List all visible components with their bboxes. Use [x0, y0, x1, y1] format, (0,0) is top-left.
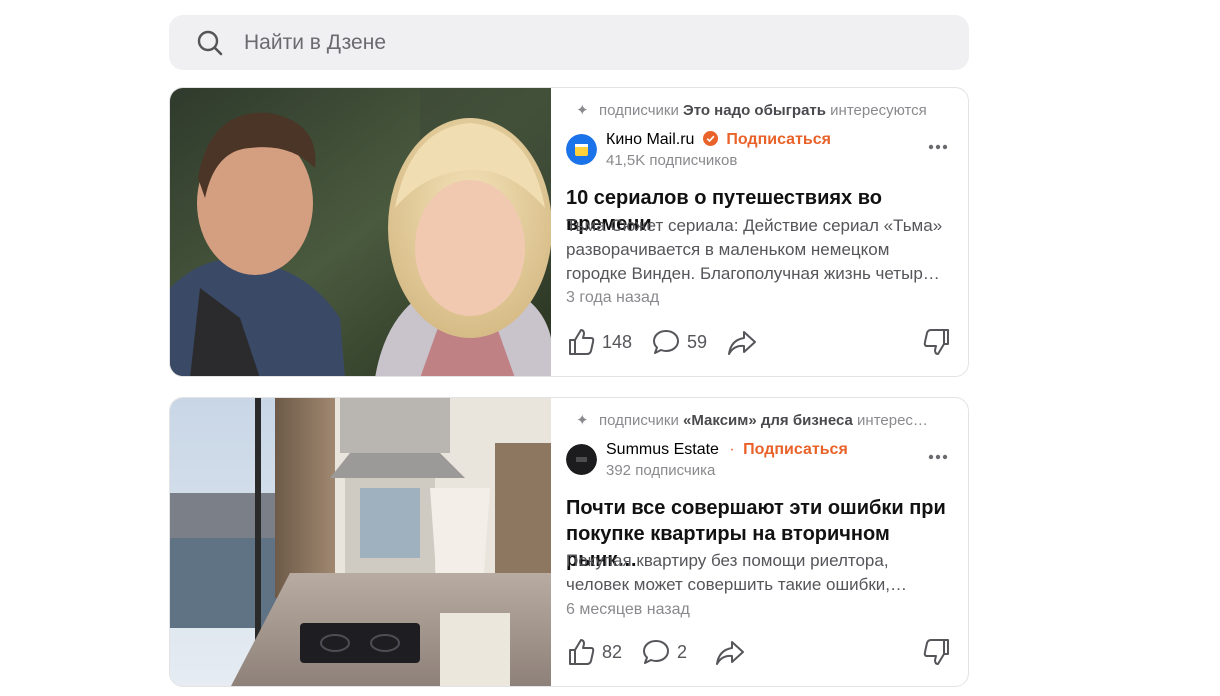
- card-actions: 82 2: [566, 635, 958, 669]
- subscriber-count: 392 подписчика: [606, 462, 716, 479]
- reason-prefix: подписчики: [599, 412, 679, 429]
- separator-dot: ·: [729, 441, 735, 458]
- excerpt-line: разворачивается в маленьком немецком: [566, 240, 890, 259]
- like-count: 148: [602, 331, 633, 352]
- article-excerpt[interactable]: Покупая квартиру без помощи риелтора, че…: [566, 549, 958, 597]
- reason-suffix: интерес…: [857, 412, 928, 429]
- feed-card[interactable]: ✦ подписчики «Максим» для бизнеса интерес…: [169, 397, 969, 687]
- thumbs-up-icon: [569, 329, 595, 355]
- channel-name[interactable]: Summus Estate: [606, 441, 719, 458]
- like-button[interactable]: 148: [566, 325, 632, 359]
- dislike-button[interactable]: [921, 325, 949, 359]
- feed-card[interactable]: ✦ подписчики Это надо обыграть интересуют…: [169, 87, 969, 377]
- comment-count: 2: [677, 641, 688, 662]
- channel-header: Кино Mail.ru Подписаться 41,5K подписчик…: [566, 130, 958, 172]
- reason-channel[interactable]: Это надо обыграть: [683, 102, 826, 119]
- sparkle-icon: ✦: [576, 412, 589, 429]
- channel-header: Summus Estate · Подписаться 392 подписчи…: [566, 440, 958, 482]
- thumbs-up-icon: [569, 639, 595, 665]
- more-options-icon[interactable]: [926, 138, 950, 156]
- verified-badge-icon: [702, 131, 718, 146]
- reason-prefix: подписчики: [599, 102, 679, 119]
- card-actions: 148 59: [566, 325, 958, 359]
- channel-avatar[interactable]: [566, 444, 597, 475]
- comment-button[interactable]: 59: [651, 325, 707, 359]
- share-button[interactable]: [726, 325, 758, 359]
- reason-channel[interactable]: «Максим» для бизнеса: [683, 412, 853, 429]
- card-photo[interactable]: [170, 398, 551, 686]
- recommendation-reason: ✦ подписчики Это надо обыграть интересуют…: [576, 101, 962, 121]
- recommendation-reason: ✦ подписчики «Максим» для бизнеса интерес…: [576, 411, 962, 431]
- thumbs-down-icon: [923, 329, 949, 355]
- excerpt-line: Тьма Сюжет сериала: Действие сериал «Тьм…: [566, 216, 943, 235]
- publish-date: 6 месяцев назад: [566, 601, 690, 618]
- title-line: Почти все совершают эти ошибки при: [566, 497, 946, 519]
- article-excerpt[interactable]: Тьма Сюжет сериала: Действие сериал «Тьм…: [566, 214, 958, 286]
- channel-name[interactable]: Кино Mail.ru: [606, 131, 694, 148]
- comment-icon: [643, 640, 669, 664]
- card-content: ✦ подписчики «Максим» для бизнеса интерес…: [566, 398, 958, 686]
- like-button[interactable]: 82: [566, 635, 622, 669]
- channel-avatar[interactable]: [566, 134, 597, 165]
- excerpt-line: городке Винден. Благополучная жизнь четы…: [566, 264, 940, 283]
- card-photo[interactable]: [170, 88, 551, 376]
- thumbs-down-icon: [923, 639, 949, 665]
- reason-suffix: интересуются: [830, 102, 927, 119]
- comment-count: 59: [687, 331, 708, 352]
- subscribe-button[interactable]: Подписаться: [743, 441, 848, 458]
- search-icon: [197, 30, 223, 56]
- publish-date: 3 года назад: [566, 289, 660, 306]
- share-icon: [728, 331, 756, 355]
- comment-button[interactable]: 2: [641, 635, 687, 669]
- comment-icon: [653, 330, 679, 354]
- subscriber-count: 41,5K подписчиков: [606, 152, 738, 169]
- excerpt-line: человек может совершить такие ошибки,…: [566, 575, 908, 594]
- search-input[interactable]: [244, 15, 944, 70]
- like-count: 82: [602, 641, 623, 662]
- sparkle-icon: ✦: [576, 102, 589, 119]
- more-options-icon[interactable]: [926, 448, 950, 466]
- excerpt-line: Покупая квартиру без помощи риелтора,: [566, 551, 889, 570]
- share-icon: [716, 641, 744, 665]
- share-button[interactable]: [714, 635, 746, 669]
- dislike-button[interactable]: [921, 635, 949, 669]
- card-content: ✦ подписчики Это надо обыграть интересуют…: [566, 88, 958, 376]
- subscribe-button[interactable]: Подписаться: [726, 131, 831, 148]
- search-bar[interactable]: [169, 15, 969, 70]
